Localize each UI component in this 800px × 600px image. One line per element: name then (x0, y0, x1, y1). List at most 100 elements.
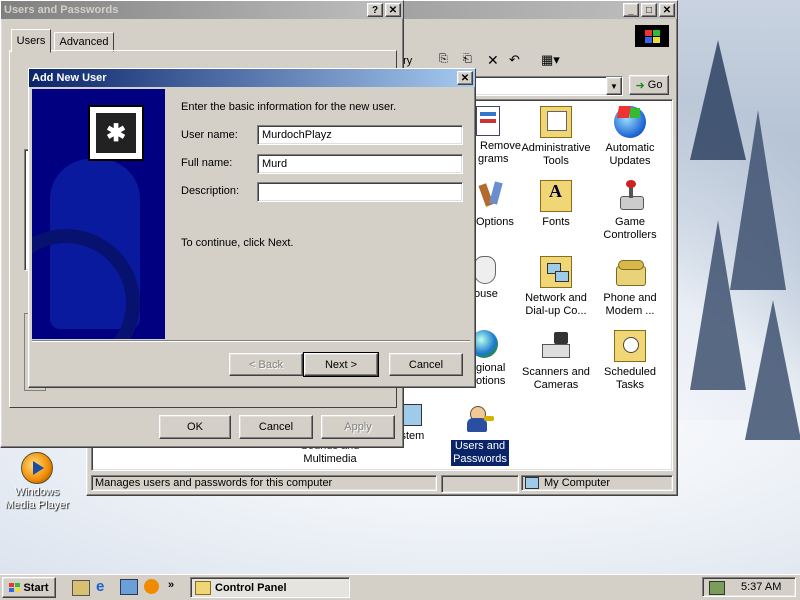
status-zone-panel: My Computer (521, 475, 673, 491)
taskbar-button-label: Control Panel (215, 581, 287, 594)
cp-item-label: Updates (609, 155, 651, 167)
add-new-user-window: Add New User ✕ ✱ Enter the basic informa… (28, 68, 476, 388)
cp-item-label: Phone and (603, 292, 657, 304)
apply-label: Apply (344, 421, 372, 433)
cp-item-scanners-cameras[interactable]: Scanners and Cameras (516, 330, 596, 392)
cp-item-fonts[interactable]: A Fonts (516, 180, 596, 229)
outlook-express-icon[interactable] (120, 579, 138, 595)
users-passwords-icon (464, 404, 496, 436)
windows-flag-icon (9, 583, 21, 592)
system-tray: 5:37 AM (702, 577, 796, 597)
username-label: User name: (181, 129, 238, 141)
delete-icon[interactable]: ✕ (487, 52, 499, 69)
undo-icon[interactable]: ↶ (509, 52, 520, 68)
cp-item-label: Dial-up Co... (525, 305, 587, 317)
copy-to-icon[interactable]: ⎗ (463, 53, 472, 66)
cp-item-automatic-updates[interactable]: Automatic Updates (590, 106, 670, 168)
apply-button[interactable]: Apply (321, 415, 395, 439)
internet-explorer-icon[interactable]: e (96, 578, 104, 595)
cp-item-label: Game (615, 216, 645, 228)
add-user-titlebar[interactable]: Add New User ✕ (29, 69, 475, 87)
description-label: Description: (181, 185, 240, 197)
go-label: Go (647, 79, 663, 91)
minimize-button[interactable]: _ (623, 3, 639, 17)
start-button[interactable]: Start (2, 577, 56, 598)
fullname-field[interactable] (257, 154, 463, 174)
clock[interactable]: 5:37 AM (741, 581, 781, 593)
fonts-icon: A (540, 180, 572, 212)
intro-text: Enter the basic information for the new … (181, 101, 397, 113)
next-label: Next > (324, 358, 358, 371)
chevron-down-icon[interactable]: ▼ (606, 77, 622, 95)
cp-item-label-line1: Users and (454, 440, 506, 452)
address-dropdown[interactable]: ▼ (469, 76, 623, 96)
cp-item-users-passwords[interactable]: Users and Passwords (440, 404, 520, 466)
users-passwords-titlebar[interactable]: Users and Passwords ? ✕ (1, 1, 403, 19)
cp-item-network[interactable]: Network and Dial-up Co... (516, 256, 596, 318)
cp-item-label: Controllers (603, 229, 657, 241)
taskbar: Start e » Control Panel 5:37 AM (0, 574, 800, 600)
ok-button[interactable]: OK (159, 415, 231, 439)
cp-item-scheduled-tasks[interactable]: Scheduled Tasks (590, 330, 670, 392)
cp-item-game-controllers[interactable]: Game Controllers (590, 180, 670, 242)
continue-text: To continue, click Next. (181, 237, 294, 249)
media-player-quicklaunch-icon[interactable] (144, 579, 159, 594)
user-key-icon: ✱ (88, 105, 144, 161)
cp-item-label: Network and (525, 292, 587, 304)
window-title: Add New User (32, 72, 107, 84)
cancel-label: Cancel (258, 421, 294, 433)
taskbar-button-control-panel[interactable]: Control Panel (190, 577, 350, 598)
windows-logo-icon (635, 25, 669, 47)
close-button[interactable]: ✕ (659, 3, 675, 17)
cp-item-label: Tasks (615, 379, 645, 391)
close-button[interactable]: ✕ (385, 3, 401, 17)
ok-label: OK (187, 421, 203, 433)
administrative-tools-icon (540, 106, 572, 138)
close-button[interactable]: ✕ (457, 71, 473, 85)
go-button[interactable]: ➜ Go (629, 75, 669, 95)
computer-icon (525, 477, 539, 489)
cp-item-administrative-tools[interactable]: Administrative Tools (516, 106, 596, 168)
tree (690, 220, 746, 390)
wizard-cancel-button[interactable]: Cancel (389, 353, 463, 376)
views-icon[interactable]: ▦▾ (541, 52, 560, 68)
next-button[interactable]: Next > (303, 352, 379, 377)
desktop-icon-label: Windows (14, 486, 60, 498)
network-icon (540, 256, 572, 288)
system-icon (402, 404, 422, 426)
status-blank-panel (441, 475, 519, 493)
description-field[interactable] (257, 182, 463, 202)
cancel-button[interactable]: Cancel (239, 415, 313, 439)
cp-item-label: Fonts (542, 216, 570, 228)
media-player-icon (21, 452, 53, 484)
cp-item-label: Modem ... (605, 305, 655, 317)
scheduled-tasks-icon (614, 330, 646, 362)
game-controllers-icon (614, 180, 646, 212)
cp-item-phone-modem[interactable]: Phone and Modem ... (590, 256, 670, 318)
show-desktop-icon[interactable] (72, 580, 90, 596)
automatic-updates-icon (614, 106, 646, 138)
folder-options-icon (478, 180, 508, 212)
go-arrow-icon: ➜ (635, 79, 645, 92)
cp-item-label: Tools (543, 155, 569, 167)
maximize-button[interactable]: □ (641, 3, 657, 17)
cp-item-label: Scanners and (522, 366, 590, 378)
scanners-cameras-icon (540, 330, 572, 362)
window-title: Users and Passwords (4, 4, 119, 16)
help-button[interactable]: ? (367, 3, 383, 17)
username-field[interactable] (257, 125, 463, 145)
wizard-banner: ✱ (32, 89, 165, 339)
chevron-right-icon[interactable]: » (168, 579, 174, 591)
cp-item-label: Administrative (521, 142, 591, 154)
tab-label: Advanced (59, 36, 109, 48)
wizard-divider (32, 340, 470, 342)
fullname-label: Full name: (181, 157, 233, 169)
tab-advanced[interactable]: Advanced (54, 32, 114, 52)
back-button[interactable]: < Back (229, 353, 303, 376)
desktop-icon-media-player[interactable]: Windows Media Player (4, 452, 70, 512)
tab-users[interactable]: Users (11, 29, 51, 53)
cp-item-label-line2: Passwords (453, 453, 507, 465)
network-tray-icon[interactable] (709, 581, 725, 595)
zone-label: My Computer (544, 477, 611, 489)
move-to-icon[interactable]: ⎘ (439, 53, 448, 66)
